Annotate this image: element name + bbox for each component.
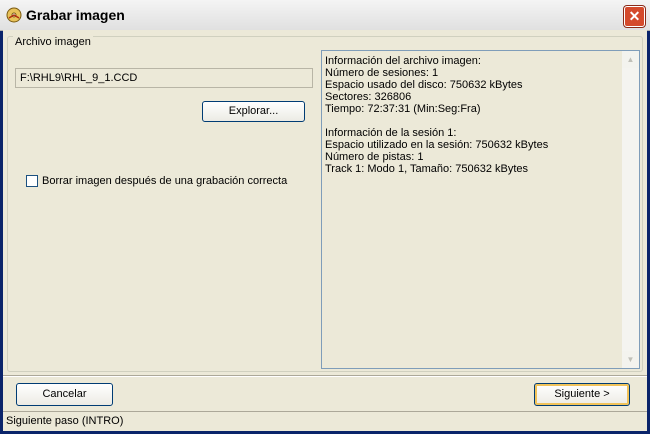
info-scrollbar[interactable]: ▲ ▼	[622, 51, 639, 368]
divider	[3, 375, 647, 377]
explore-button[interactable]: Explorar...	[202, 101, 305, 122]
arrow-down-icon: ▼	[626, 355, 635, 364]
info-line: Espacio usado del disco: 750632 kBytes	[325, 79, 523, 91]
burn-disc-icon	[6, 7, 22, 23]
window-title: Grabar imagen	[26, 7, 125, 23]
dialog-client-area: Archivo imagen F:\RHL9\RHL_9_1.CCD Explo…	[3, 30, 647, 431]
status-bar: Siguiente paso (INTRO)	[3, 411, 647, 431]
title-bar[interactable]: Grabar imagen ✕	[0, 0, 650, 31]
info-line: Número de sesiones: 1	[325, 67, 439, 79]
close-button[interactable]: ✕	[624, 6, 645, 27]
info-line: Espacio utilizado en la sesión: 750632 k…	[325, 139, 549, 151]
info-line: Número de pistas: 1	[325, 151, 424, 163]
info-line	[325, 115, 620, 127]
scroll-down-button[interactable]: ▼	[622, 351, 639, 368]
close-icon: ✕	[628, 8, 641, 24]
delete-after-burn-label[interactable]: Borrar imagen después de una grabación c…	[42, 175, 287, 187]
cancel-button[interactable]: Cancelar	[16, 383, 113, 406]
image-info-text: Información del archivo imagen: Número d…	[325, 55, 620, 175]
image-info-panel[interactable]: Información del archivo imagen: Número d…	[321, 50, 640, 369]
info-line: Información del archivo imagen:	[325, 55, 481, 67]
info-line: Tiempo: 72:37:31 (Min:Seg:Fra)	[325, 103, 481, 115]
info-line: Track 1: Modo 1, Tamaño: 750632 kBytes	[325, 163, 529, 175]
image-file-group: Archivo imagen F:\RHL9\RHL_9_1.CCD Explo…	[7, 36, 643, 372]
scroll-up-button[interactable]: ▲	[622, 51, 639, 68]
delete-after-burn-checkbox[interactable]	[26, 175, 38, 187]
group-label: Archivo imagen	[13, 36, 93, 48]
info-line: Sectores: 326806	[325, 91, 412, 103]
info-line: Información de la sesión 1:	[325, 127, 457, 139]
image-path-field: F:\RHL9\RHL_9_1.CCD	[15, 68, 313, 88]
arrow-up-icon: ▲	[626, 55, 635, 64]
grabar-imagen-window: Grabar imagen ✕ Archivo imagen F:\RHL9\R…	[0, 0, 650, 434]
next-button[interactable]: Siguiente >	[534, 383, 630, 406]
